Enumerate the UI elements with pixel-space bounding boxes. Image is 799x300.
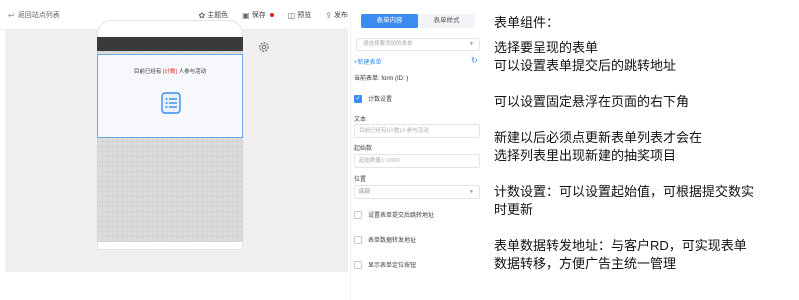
- publish-icon: ⇪: [325, 10, 332, 20]
- panel-tabs: 表单内容 表单样式: [361, 14, 475, 28]
- notes-line-7: 时更新: [494, 202, 534, 217]
- notes-line-9: 数据转移，方便广告主统一管理: [494, 256, 677, 271]
- settings-panel: 表单内容 表单样式 请选择要添加的表单 ▼ +新建表单 ↻ 当前表单: form…: [350, 12, 485, 300]
- forward-option[interactable]: 表单数据转发地址: [354, 235, 416, 244]
- checkbox-icon[interactable]: ✓: [354, 94, 362, 103]
- back-label: 返回站点列表: [17, 12, 60, 19]
- notes-line-4: 新建以后必须点更新表单列表才会在: [494, 130, 703, 145]
- notes-line-3: 可以设置固定悬浮在页面的右下角: [494, 94, 690, 109]
- preview-label: 预览: [297, 12, 312, 19]
- count-setting-label: 计数设置: [368, 97, 393, 103]
- participant-count-text: 目前已经有 [计数] 人参与活动: [98, 67, 242, 75]
- tab-form-content[interactable]: 表单内容: [361, 14, 418, 28]
- forward-option-label: 表单数据转发地址: [368, 238, 417, 244]
- position-label: 位置: [354, 177, 367, 183]
- form-icon: [161, 92, 181, 114]
- checkbox-icon[interactable]: [354, 260, 362, 269]
- publish-label: 发布: [334, 12, 348, 19]
- position-select[interactable]: 底部 ▼: [354, 185, 480, 199]
- tab-form-style[interactable]: 表单样式: [418, 14, 475, 28]
- preview-button[interactable]: ◫ 预览: [288, 10, 312, 20]
- preview-icon: ◫: [287, 10, 296, 20]
- theme-button[interactable]: ✿ 主题色: [198, 10, 228, 20]
- new-form-link[interactable]: +新建表单: [354, 57, 382, 66]
- count-suffix: 人参与活动: [178, 69, 207, 75]
- refresh-icon[interactable]: ↻: [471, 56, 478, 65]
- caret-down-icon: ▼: [469, 41, 474, 47]
- notes-line-6: 计数设置：可以设置起始值，可根据提交数实: [494, 184, 755, 199]
- current-form-label: 当前表单: form (ID: ): [354, 76, 409, 82]
- count-token: [计数]: [162, 69, 178, 75]
- back-arrow-icon: ↩: [8, 10, 15, 20]
- annotation-notes: 表单组件： 选择要呈现的表单 可以设置表单提交后的跳转地址 可以设置固定悬浮在页…: [494, 14, 799, 273]
- count-text-input[interactable]: 目前已经有{计数}人参与活动: [354, 124, 480, 138]
- redirect-option-label: 设置表单提交后跳转地址: [368, 213, 435, 219]
- count-prefix: 目前已经有: [133, 69, 162, 75]
- position-value: 底部: [359, 189, 371, 195]
- save-label: 保存: [251, 12, 266, 19]
- unsaved-dot: [269, 13, 274, 17]
- count-setting-toggle[interactable]: ✓ 计数设置: [354, 94, 392, 103]
- start-number-input[interactable]: 起始数量1~1000: [354, 154, 480, 168]
- gear-icon[interactable]: [258, 41, 270, 53]
- text-label: 文本: [354, 117, 367, 123]
- save-button[interactable]: ▣ 保存: [242, 10, 274, 20]
- caret-down-icon: ▼: [469, 189, 474, 195]
- theme-icon: ✿: [198, 10, 206, 20]
- toolbar-actions: ✿ 主题色 ▣ 保存 ◫ 预览 ⇪ 发布: [198, 10, 348, 20]
- start-label: 起始数: [354, 146, 373, 152]
- start-number-placeholder: 起始数量1~1000: [359, 158, 400, 164]
- back-to-sites-link[interactable]: ↩ 返回站点列表: [8, 10, 60, 20]
- notes-line-1: 选择要呈现的表单: [494, 40, 599, 55]
- form-select-placeholder: 请选择要添加的表单: [363, 41, 413, 47]
- notes-line-8: 表单数据转发地址：与客户RD，可实现表单: [494, 238, 747, 253]
- notes-line-5: 选择列表里出现新建的抽奖项目: [494, 148, 677, 163]
- save-icon: ▣: [242, 10, 250, 20]
- locate-button-option[interactable]: 显示表单定位按钮: [354, 260, 416, 269]
- notes-line-2: 可以设置表单提交后的跳转地址: [494, 58, 677, 73]
- form-select[interactable]: 请选择要添加的表单 ▼: [356, 38, 480, 51]
- theme-label: 主题色: [207, 12, 229, 19]
- checkbox-icon[interactable]: [354, 210, 362, 219]
- count-text-placeholder: 目前已经有{计数}人参与活动: [359, 128, 429, 134]
- publish-button[interactable]: ⇪ 发布: [325, 10, 348, 20]
- notes-title: 表单组件：: [494, 15, 560, 30]
- phone-status-bar: [97, 37, 243, 51]
- checkbox-icon[interactable]: [354, 235, 362, 244]
- redirect-option[interactable]: 设置表单提交后跳转地址: [354, 210, 434, 219]
- locate-button-option-label: 显示表单定位按钮: [368, 263, 417, 269]
- form-component[interactable]: 目前已经有 [计数] 人参与活动: [97, 54, 243, 138]
